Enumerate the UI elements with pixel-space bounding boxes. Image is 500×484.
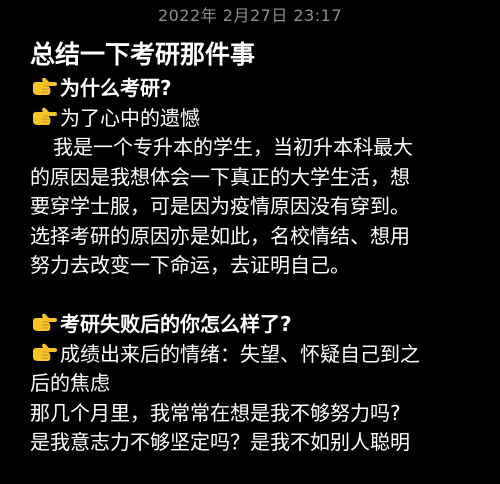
answer-emotions-text: 成绩出来后的情绪：失望、怀疑自己到之	[60, 341, 420, 366]
paragraph-line: 的原因是我想体会一下真正的大学生活，想	[30, 164, 410, 189]
paragraph-line: 要穿学士服，可是因为疫情原因没有穿到。	[30, 194, 410, 218]
answer-line-regret: 为了心中的遗憾	[30, 104, 500, 134]
paragraph-line: 那几个月里，我常常在想是我不够努力吗?	[30, 400, 401, 425]
note-body[interactable]: 为什么考研? 为了心中的遗憾 我是一个专升本的学生，当初升本科最大 的原因是我想…	[30, 74, 500, 458]
pointing-right-hand-icon	[33, 77, 57, 95]
paragraph-line: 后的焦虑	[30, 371, 110, 395]
paragraph-line: 是我意志力不够坚定吗？是我不如别人聪明	[30, 430, 410, 454]
question-after-failure-text: 考研失败后的你怎么样了?	[60, 312, 292, 336]
paragraph-line: 选择考研的原因亦是如此，名校情结、想用	[30, 223, 410, 248]
question-line-after-failure: 考研失败后的你怎么样了?	[30, 310, 500, 340]
pointing-right-hand-icon	[33, 343, 57, 361]
question-why-text: 为什么考研?	[60, 76, 172, 100]
note-title: 总结一下考研那件事	[30, 40, 256, 69]
paragraph-line: 我是一个专升本的学生，当初升本科最大	[53, 135, 413, 159]
answer-line-emotions: 成绩出来后的情绪：失望、怀疑自己到之	[30, 340, 500, 370]
pointing-right-hand-icon	[33, 107, 57, 125]
pointing-right-hand-icon	[33, 313, 57, 331]
note-timestamp: 2022年 2月27日 23:17	[157, 6, 343, 25]
answer-regret-text: 为了心中的遗憾	[60, 105, 200, 130]
question-line-why: 为什么考研?	[30, 74, 500, 104]
paragraph-line: 努力去改变一下命运，去证明自己。	[30, 253, 350, 277]
